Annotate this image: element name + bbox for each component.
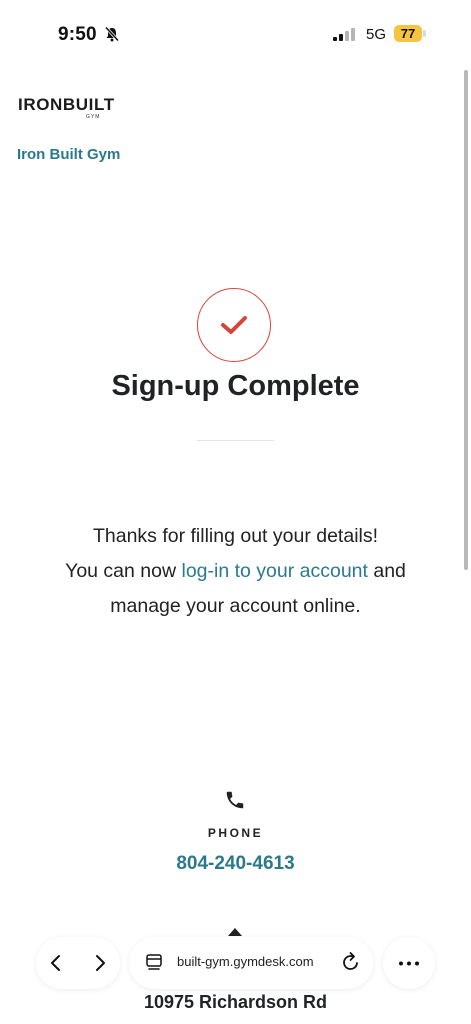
address-bar[interactable]: built-gym.gymdesk.com [129, 937, 373, 989]
url-text: built-gym.gymdesk.com [177, 954, 314, 969]
phone-icon [226, 791, 244, 809]
battery-cap [423, 30, 426, 37]
signal-icon [333, 28, 355, 41]
reload-icon[interactable] [341, 951, 361, 973]
phone-label: PHONE [207, 826, 264, 840]
navigation-buttons [36, 937, 120, 989]
message-line-2: You can now log-in to your account and [0, 554, 471, 589]
check-icon [221, 316, 247, 334]
page-title: Sign-up Complete [111, 370, 360, 402]
phone-number-link[interactable]: 804-240-4613 [0, 853, 471, 875]
browser-toolbar: built-gym.gymdesk.com [0, 933, 471, 991]
message-text-before-link: You can now [65, 560, 182, 582]
network-type: 5G [366, 26, 387, 43]
more-button[interactable] [383, 937, 435, 989]
message-line-1: Thanks for filling out your details! [92, 525, 379, 547]
forward-icon[interactable] [88, 951, 112, 975]
success-badge [197, 288, 271, 362]
message-line-3: manage your account online. [110, 595, 361, 617]
gym-name-link[interactable]: Iron Built Gym [17, 146, 120, 163]
battery-level: 77 [394, 25, 422, 42]
back-icon[interactable] [44, 951, 68, 975]
logo-subtext: GYM [86, 114, 101, 120]
confirmation-message: Thanks for filling out your details! You… [0, 519, 471, 624]
scrollbar[interactable] [464, 70, 468, 570]
tabs-icon[interactable] [145, 953, 163, 971]
divider [197, 440, 274, 441]
status-time: 9:50 [58, 24, 97, 45]
address-text: 10975 Richardson Rd [143, 992, 328, 1012]
bell-slash-icon [104, 26, 120, 42]
gym-logo[interactable]: IRONBUILT GYM [18, 95, 118, 120]
login-link[interactable]: log-in to your account [181, 560, 367, 582]
status-bar: 9:50 5G 77 [0, 0, 471, 60]
logo-text: IRONBUILT [18, 95, 115, 114]
message-text-after-link: and [367, 560, 406, 582]
more-icon [399, 961, 419, 966]
